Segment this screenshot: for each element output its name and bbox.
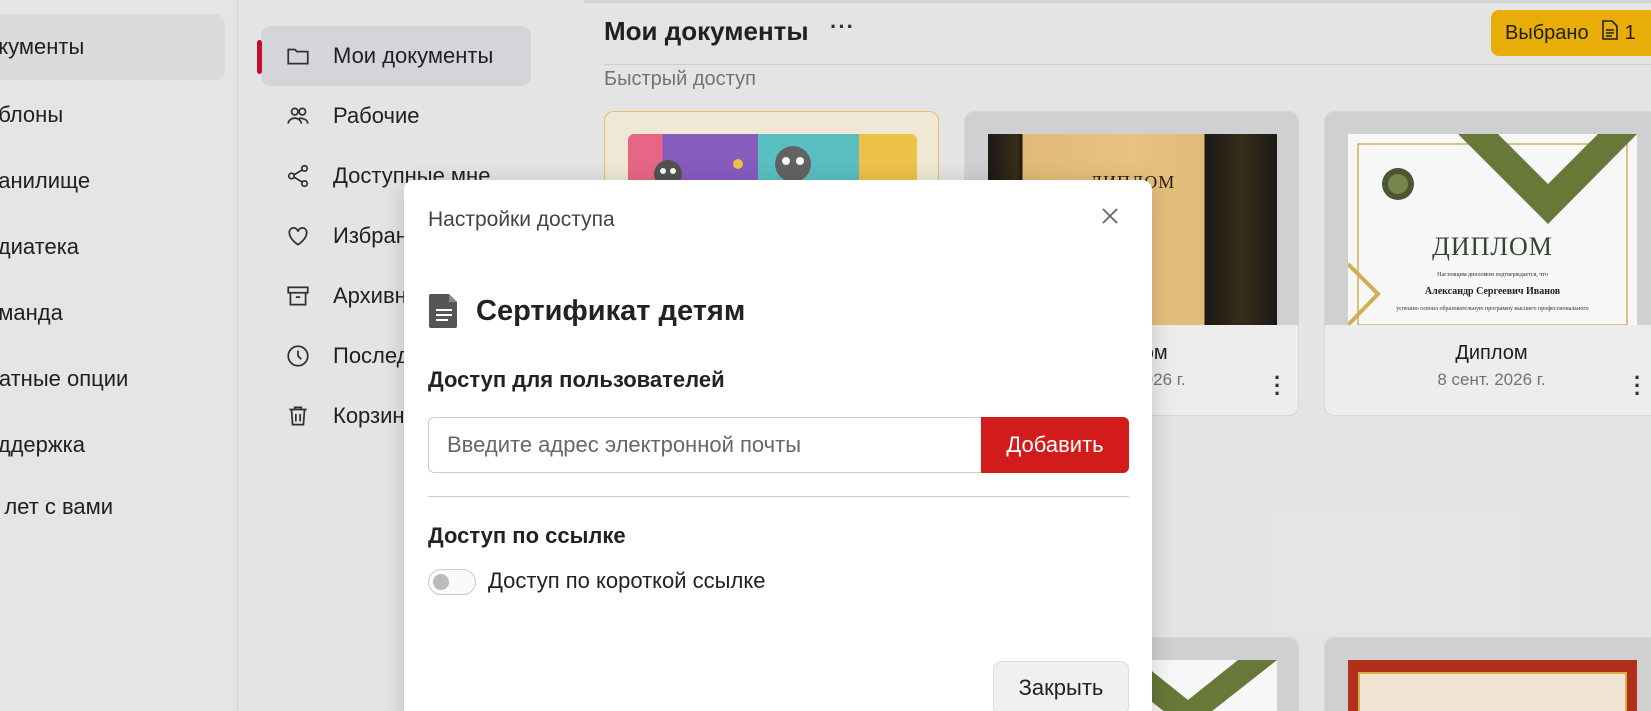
- users-access-heading: Доступ для пользователей: [428, 367, 725, 392]
- document-name: Сертификат детям: [476, 294, 746, 327]
- document-icon: [429, 294, 457, 328]
- close-button[interactable]: Закрыть: [993, 661, 1129, 711]
- section-divider: [428, 496, 1129, 497]
- email-input[interactable]: [428, 417, 982, 473]
- close-icon[interactable]: [1098, 204, 1122, 228]
- dialog-title: Настройки доступа: [428, 208, 615, 231]
- link-access-heading: Доступ по ссылке: [428, 523, 626, 548]
- toggle-knob: [433, 574, 449, 590]
- short-link-label: Доступ по короткой ссылке: [488, 568, 766, 593]
- document-heading: Сертификат детям: [428, 292, 745, 330]
- add-button[interactable]: Добавить: [981, 417, 1129, 473]
- access-settings-dialog: Настройки доступа Сертификат детям Досту…: [404, 180, 1152, 711]
- short-link-toggle[interactable]: [428, 569, 476, 595]
